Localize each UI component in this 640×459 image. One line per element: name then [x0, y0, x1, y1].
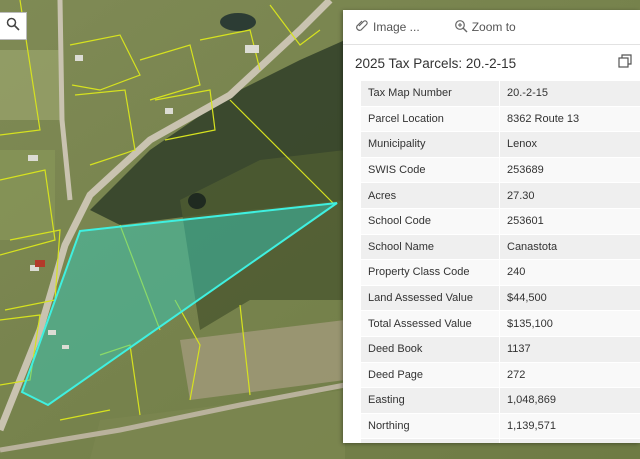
map-search-button[interactable]: [0, 12, 27, 40]
table-row: Tax Map Number 20.-2-15: [361, 81, 640, 107]
attribute-value: 1,048,869: [499, 387, 640, 414]
attribute-label: Deed Book: [361, 336, 500, 363]
attribute-value: 253689: [499, 157, 640, 184]
table-row: School Name Canastota: [361, 234, 640, 261]
attribute-value: 20.-2-15: [499, 81, 640, 107]
attribute-label: Easting: [361, 387, 500, 414]
attribute-label: Parcel Location: [361, 106, 500, 133]
attribute-label: School Code: [361, 208, 500, 235]
search-icon: [6, 17, 20, 36]
table-row: Land Assessed Value $44,500: [361, 285, 640, 312]
table-row: Roll Section1: [361, 438, 640, 443]
attribute-label: Tax Map Number: [361, 81, 500, 107]
attribute-value: Lenox: [499, 131, 640, 158]
attribute-label: Land Assessed Value: [361, 285, 500, 312]
dock-button[interactable]: [616, 53, 634, 73]
attribute-label: Roll Section: [361, 438, 500, 443]
table-row: Deed Page 272: [361, 362, 640, 389]
table-row: Northing 1,139,571: [361, 413, 640, 440]
paperclip-icon: [355, 19, 369, 36]
attribute-value: 8362 Route 13: [499, 106, 640, 133]
attribute-value: 240: [499, 259, 640, 286]
image-action[interactable]: Image ...: [343, 19, 420, 36]
table-row: SWIS Code 253689: [361, 157, 640, 184]
table-row: Easting 1,048,869: [361, 387, 640, 414]
popup-title: 2025 Tax Parcels: 20.-2-15: [355, 55, 517, 71]
attribute-label: Municipality: [361, 131, 500, 158]
dock-icon: [618, 53, 632, 73]
attribute-value: 1137: [499, 336, 640, 363]
zoom-in-icon: [454, 19, 468, 36]
attribute-label: Total Assessed Value: [361, 310, 500, 337]
attribute-value: Canastota: [499, 234, 640, 261]
attribute-label: Northing: [361, 413, 500, 440]
attribute-value: 272: [499, 362, 640, 389]
zoom-to-action[interactable]: Zoom to: [442, 19, 516, 36]
attribute-table: Tax Map Number 20.-2-15 Parcel Location 836…: [361, 81, 640, 443]
table-row: Parcel Location 8362 Route 13: [361, 106, 640, 133]
attribute-value: 1: [499, 438, 640, 443]
attribute-value: $135,100: [499, 310, 640, 337]
table-row: School Code 253601: [361, 208, 640, 235]
image-action-label: Image ...: [373, 20, 420, 34]
table-row: Property Class Code 240: [361, 259, 640, 286]
attribute-label: SWIS Code: [361, 157, 500, 184]
attribute-label: School Name: [361, 234, 500, 261]
table-row: Total Assessed Value $135,100: [361, 310, 640, 337]
table-row: Deed Book 1137: [361, 336, 640, 363]
popup-toolbar: Image ... Zoom to: [343, 10, 640, 45]
table-row: Acres 27.30: [361, 182, 640, 209]
feature-popup: Image ... Zoom to 2025 Tax Parcels: 20.-…: [343, 10, 640, 443]
zoom-to-label: Zoom to: [471, 20, 516, 34]
attribute-value: 27.30: [499, 182, 640, 209]
attribute-label: Property Class Code: [361, 259, 500, 286]
attribute-table-container[interactable]: Tax Map Number 20.-2-15 Parcel Location 836…: [361, 81, 640, 443]
attribute-value: 253601: [499, 208, 640, 235]
attribute-label: Deed Page: [361, 362, 500, 389]
table-row: Municipality Lenox: [361, 131, 640, 158]
attribute-label: Acres: [361, 182, 500, 209]
attribute-value: $44,500: [499, 285, 640, 312]
popup-header: 2025 Tax Parcels: 20.-2-15: [343, 45, 640, 81]
attribute-value: 1,139,571: [499, 413, 640, 440]
